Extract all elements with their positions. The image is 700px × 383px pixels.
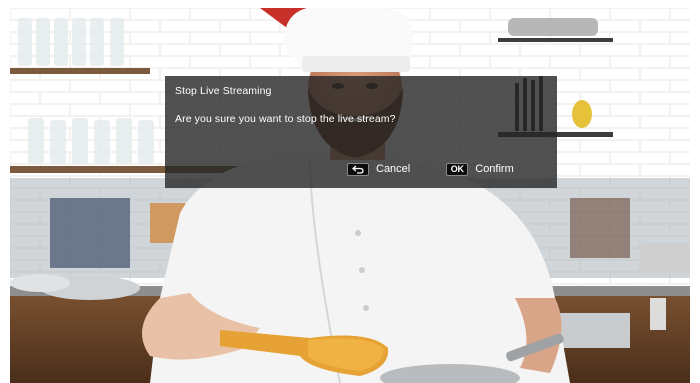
confirm-label: Confirm — [475, 163, 514, 175]
ok-key-icon: OK — [446, 162, 469, 176]
dialog-title: Stop Live Streaming — [175, 85, 272, 97]
cancel-label: Cancel — [376, 163, 411, 175]
cancel-button[interactable]: Cancel — [347, 162, 411, 176]
stop-live-streaming-dialog: Stop Live Streaming Are you sure you wan… — [165, 76, 557, 188]
live-video-frame — [10, 8, 690, 383]
dialog-message: Are you sure you want to stop the live s… — [175, 113, 396, 125]
live-stream-screen: Stop Live Streaming Are you sure you wan… — [10, 8, 690, 383]
back-key-icon — [347, 162, 369, 176]
confirm-button[interactable]: OK Confirm — [446, 162, 514, 176]
dialog-actions: Cancel OK Confirm — [347, 161, 514, 177]
